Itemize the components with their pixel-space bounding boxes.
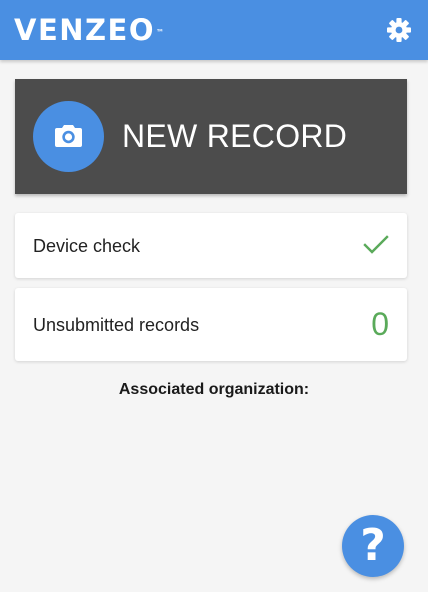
help-icon: ? [360, 520, 386, 571]
logo-trademark: ™ [156, 28, 165, 37]
unsubmitted-records-card[interactable]: Unsubmitted records 0 [15, 288, 407, 361]
camera-button-circle [33, 101, 104, 172]
settings-button[interactable] [386, 17, 412, 43]
help-button[interactable]: ? [342, 515, 404, 577]
check-icon [363, 235, 389, 254]
unsubmitted-records-count: 0 [371, 306, 389, 342]
app-bar: VENZEO™ [0, 0, 428, 60]
logo-text: VENZEO [14, 13, 156, 47]
unsubmitted-records-label: Unsubmitted records [33, 315, 200, 335]
device-check-label: Device check [33, 236, 141, 256]
new-record-label: NEW RECORD [122, 118, 348, 154]
camera-icon [55, 125, 82, 147]
app-logo: VENZEO™ [14, 12, 164, 48]
new-record-button[interactable]: NEW RECORD [15, 79, 407, 194]
gear-icon [387, 18, 411, 42]
associated-organization-label: Associated organization: [118, 381, 310, 398]
device-check-card[interactable]: Device check [15, 213, 407, 278]
